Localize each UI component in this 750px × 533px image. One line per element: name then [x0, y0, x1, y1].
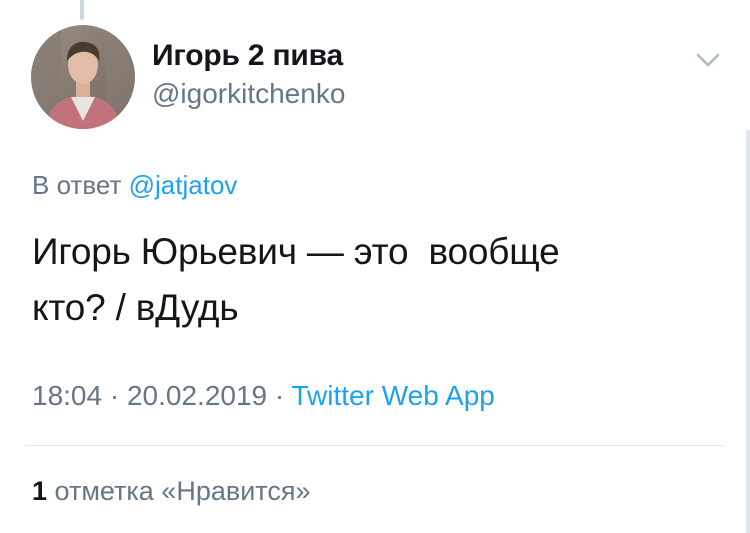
likes-summary[interactable]: 1 отметка «Нравится» — [32, 473, 310, 509]
reply-context: В ответ @jatjatov — [32, 168, 237, 202]
author-info[interactable]: Игорь 2 пива @igorkitchenko — [152, 38, 345, 112]
avatar-image — [31, 25, 135, 129]
tweet-meta: 18:04 · 20.02.2019 · Twitter Web App — [32, 378, 495, 414]
reply-mention-link[interactable]: @jatjatov — [129, 170, 238, 200]
likes-label: отметка «Нравится» — [54, 476, 311, 506]
tweet-text: Игорь Юрьевич — это вообще кто? / вДудь — [32, 231, 560, 328]
tweet-time[interactable]: 18:04 — [32, 380, 102, 411]
tweet-source-link[interactable]: Twitter Web App — [292, 380, 495, 411]
likes-count: 1 — [32, 476, 48, 506]
divider — [26, 445, 724, 446]
meta-separator: · — [267, 380, 292, 411]
reply-prefix: В ответ — [32, 170, 122, 200]
tweet-date[interactable]: 20.02.2019 — [127, 380, 267, 411]
author-handle[interactable]: @igorkitchenko — [152, 76, 345, 112]
chevron-down-icon[interactable] — [694, 48, 722, 72]
thread-connector-line — [80, 0, 84, 20]
avatar[interactable] — [31, 25, 135, 129]
meta-separator: · — [102, 380, 127, 411]
scrollbar-track — [746, 130, 750, 533]
author-display-name[interactable]: Игорь 2 пива — [152, 38, 345, 74]
